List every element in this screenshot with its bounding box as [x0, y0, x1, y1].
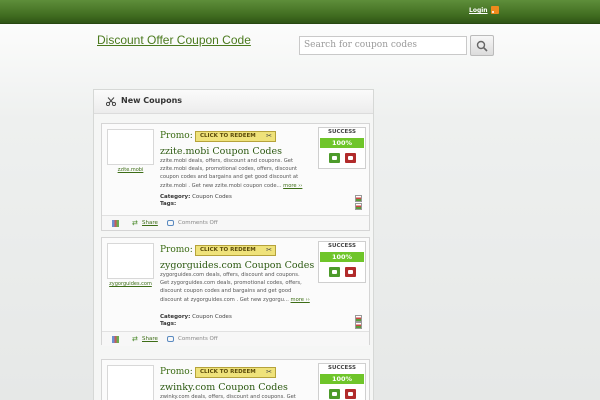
rss-icon[interactable] [491, 6, 499, 14]
scissors-icon: ✂ [266, 368, 272, 376]
more-link[interactable]: more ›› [291, 297, 310, 303]
thumbs-up-icon[interactable] [329, 267, 340, 277]
card-footer: ⇄ Share Comments Off [102, 331, 369, 346]
comments-status: Comments Off [178, 220, 218, 226]
success-rate-box: SUCCESS 100% [318, 363, 366, 400]
tags-line: Tags: [160, 321, 177, 327]
scissors-icon [106, 97, 116, 106]
coupon-description: zygorguides.com deals, offers, discount … [160, 272, 310, 303]
report-icon[interactable] [355, 315, 362, 322]
share-icon: ⇄ [132, 219, 138, 227]
thumbs-down-icon[interactable] [345, 267, 356, 277]
coupon-card: zzite.mobi Promo: CLICK TO REDEEM ✂ zzite… [101, 123, 370, 231]
click-to-redeem-button[interactable]: CLICK TO REDEEM ✂ [195, 367, 276, 378]
report-icon[interactable] [355, 195, 362, 202]
success-rate-box: SUCCESS 100% [318, 241, 366, 283]
chart-icon[interactable] [112, 220, 119, 227]
category-line: Category: Coupon Codes [160, 314, 232, 320]
chart-icon[interactable] [112, 336, 119, 343]
category-link[interactable]: Coupon Codes [192, 194, 232, 200]
site-title[interactable]: Discount Offer Coupon Code [97, 33, 251, 47]
coupon-title[interactable]: zwinky.com Coupon Codes [160, 382, 288, 393]
more-link[interactable]: more ›› [283, 183, 302, 189]
success-label: SUCCESS [328, 243, 356, 249]
share-link[interactable]: Share [142, 336, 158, 342]
coupon-thumbnail[interactable] [107, 365, 154, 400]
promo-label: Promo: [160, 367, 193, 377]
coupon-site-link[interactable]: zygorguides.com [105, 281, 156, 287]
coupon-description: zwinky.com deals, offers, discount and c… [160, 394, 296, 400]
success-percentage: 100% [320, 374, 364, 384]
share-icon: ⇄ [132, 335, 138, 343]
thumbs-down-icon[interactable] [345, 389, 356, 399]
thumbs-up-icon[interactable] [329, 389, 340, 399]
tags-line: Tags: [160, 201, 177, 207]
share-link[interactable]: Share [142, 220, 158, 226]
comment-icon [167, 336, 174, 342]
login-link[interactable]: Login [469, 7, 488, 14]
promo-label: Promo: [160, 245, 193, 255]
scissors-icon: ✂ [266, 246, 272, 254]
coupon-title[interactable]: zygorguides.com Coupon Codes [160, 260, 314, 271]
category-line: Category: Coupon Codes [160, 194, 232, 200]
coupon-card: zygorguides.com Promo: CLICK TO REDEEM ✂ … [101, 237, 370, 346]
panel-title: New Coupons [121, 96, 183, 105]
thumbs-up-icon[interactable] [329, 153, 340, 163]
success-percentage: 100% [320, 138, 364, 148]
category-link[interactable]: Coupon Codes [192, 314, 232, 320]
success-label: SUCCESS [328, 365, 356, 371]
coupon-card: Promo: CLICK TO REDEEM ✂ zwinky.com Coupo… [101, 359, 370, 400]
card-footer: ⇄ Share Comments Off [102, 215, 369, 230]
stats-icon[interactable] [355, 203, 362, 210]
search-icon [476, 40, 488, 52]
thumbs-down-icon[interactable] [345, 153, 356, 163]
comments-status: Comments Off [178, 336, 218, 342]
stats-icon[interactable] [355, 322, 362, 329]
comment-icon [167, 220, 174, 226]
click-to-redeem-button[interactable]: CLICK TO REDEEM ✂ [195, 131, 276, 142]
coupon-description: zzite.mobi deals, offers, discount and c… [160, 158, 303, 189]
scissors-icon: ✂ [266, 132, 272, 140]
search-button[interactable] [470, 35, 494, 56]
promo-label: Promo: [160, 131, 193, 141]
top-bar: Login [0, 0, 600, 24]
success-label: SUCCESS [328, 129, 356, 135]
success-percentage: 100% [320, 252, 364, 262]
coupon-title[interactable]: zzite.mobi Coupon Codes [160, 146, 282, 157]
click-to-redeem-button[interactable]: CLICK TO REDEEM ✂ [195, 245, 276, 256]
panel-header: New Coupons [94, 90, 373, 114]
coupon-thumbnail[interactable] [107, 129, 154, 165]
coupon-thumbnail[interactable] [107, 243, 154, 279]
success-rate-box: SUCCESS 100% [318, 127, 366, 169]
search-input[interactable]: Search for coupon codes [299, 36, 467, 55]
coupon-site-link[interactable]: zzite.mobi [105, 167, 156, 173]
